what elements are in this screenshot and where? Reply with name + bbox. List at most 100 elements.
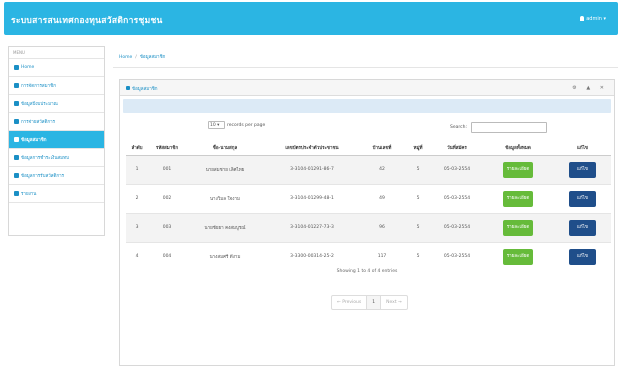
table-cell: 004 [148,241,186,271]
prev-button[interactable]: ← Previous [332,296,368,309]
app-title: ระบบสารสนเทศกองทุนสวัสดิการชุมชน [11,16,163,26]
pagination: ← Previous 1 Next → [331,295,408,310]
table-cell: 96 [360,212,404,242]
sidebar: MENU Home การจัดการสมาชิกข้อมูลปีงบประมาณ… [8,46,105,236]
column-header[interactable]: ข้อมูลทั้งหมด [482,141,554,156]
search-control: Search: [450,122,547,133]
sidebar-item-label: ข้อมูลสมาชิก [21,138,47,143]
sidebar-item-7[interactable]: รายงาน [9,185,104,203]
main-content: Home / ข้อมูลสมาชิก ข้อมูลสมาชิก ⚙ ▲ ✕ 10 … [113,44,618,369]
panel-title: ข้อมูลสมาชิก [132,87,158,92]
column-header[interactable]: หมู่ที่ [404,141,432,156]
table-cell: 001 [148,154,186,184]
detail-cell: รายละเอียด [482,154,554,184]
user-icon [14,83,19,88]
page-length-label: records per page [227,122,266,128]
table-cell: 002 [148,183,186,213]
user-menu[interactable]: admin ▾ [580,16,606,22]
table-cell: 3-3300-00314-25-2 [264,241,360,271]
detail-cell: รายละเอียด [482,183,554,213]
table-header-row: ลำดับ รหัสสมาชิก ชื่อ-นามสกุล เลขบัตรประจำต… [126,141,611,156]
sidebar-item-2[interactable]: ข้อมูลปีงบประมาณ [9,95,104,113]
list-icon [14,101,19,106]
table-cell: 42 [360,154,404,184]
sidebar-item-label: ข้อมูลการชำระเงินสมทบ [21,156,69,161]
table-cell: 1 [126,154,148,184]
sidebar-item-3[interactable]: การจ่ายสวัสดิการ [9,113,104,131]
table-row: 3 003 นายชัยยา คงสมบูรณ์ 3-3104-01227-73-3 9… [126,212,611,242]
search-label: Search: [450,125,467,130]
column-header[interactable]: ชื่อ-นามสกุล [186,141,264,156]
table-cell: 117 [360,241,404,271]
page-length-control: 10 ▾ records per page [208,121,265,129]
sidebar-item-1[interactable]: การจัดการสมาชิก [9,77,104,95]
breadcrumb-home[interactable]: Home [119,55,132,60]
page-1-button[interactable]: 1 [367,296,382,309]
breadcrumb: Home / ข้อมูลสมาชิก [113,44,618,68]
edit-cell: แก้ไข [554,241,611,271]
panel-controls[interactable]: ⚙ ▲ ✕ [572,85,608,91]
table-cell: 05-03-2554 [432,212,482,242]
user-icon [580,16,585,21]
sidebar-item-label: รายงาน [21,192,37,197]
user-name: admin [586,16,602,22]
edit-button[interactable]: แก้ไข [569,219,596,236]
edit-button[interactable]: แก้ไข [569,161,596,178]
list-icon [14,173,19,178]
page-length-select[interactable]: 10 ▾ [208,121,225,129]
table-cell: นายสมชาย เลิศไทย [186,154,264,184]
app-window: ระบบสารสนเทศกองทุนสวัสดิการชุมชน admin ▾… [0,0,624,373]
edit-cell: แก้ไข [554,212,611,242]
sidebar-item-label: การจ่ายสวัสดิการ [21,120,56,125]
detail-cell: รายละเอียด [482,241,554,271]
table-row: 2 002 นางวิมล ใจงาม 3-3104-01299-48-1 49 5 05-… [126,183,611,213]
detail-button[interactable]: รายละเอียด [502,190,534,207]
column-header[interactable]: วันที่สมัคร [432,141,482,156]
sidebar-item-4[interactable]: ข้อมูลสมาชิก [9,131,104,149]
table-cell: 003 [148,212,186,242]
breadcrumb-current: ข้อมูลสมาชิก [139,55,166,60]
top-navbar: ระบบสารสนเทศกองทุนสวัสดิการชุมชน admin ▾ [4,2,618,35]
edit-button[interactable]: แก้ไข [569,190,596,207]
edit-button[interactable]: แก้ไข [569,248,596,265]
sidebar-item-0[interactable]: Home [9,59,104,77]
next-button[interactable]: Next → [381,296,407,309]
table-cell: นายชัยยา คงสมบูรณ์ [186,212,264,242]
sidebar-item-label: ข้อมูลปีงบประมาณ [21,102,58,107]
table-row: 1 001 นายสมชาย เลิศไทย 3-3104-01291-86-7 42 5… [126,154,611,184]
sidebar-item-label: การจัดการสมาชิก [21,84,56,89]
panel-header: ข้อมูลสมาชิก ⚙ ▲ ✕ [120,80,614,96]
detail-button[interactable]: รายละเอียด [502,161,534,178]
sidebar-item-5[interactable]: ข้อมูลการชำระเงินสมทบ [9,149,104,167]
table-cell: นางสมศรี ดีงาม [186,241,264,271]
list-icon [126,86,130,90]
table-cell: 5 [404,212,432,242]
table-cell: 2 [126,183,148,213]
column-header[interactable]: ลำดับ [126,141,148,156]
edit-icon [14,119,19,124]
table-cell: 05-03-2554 [432,154,482,184]
detail-button[interactable]: รายละเอียด [502,219,534,236]
table-cell: 05-03-2554 [432,241,482,271]
column-header[interactable]: เลขบัตรประจำตัวประชาชน [264,141,360,156]
table-cell: 3-3104-01299-48-1 [264,183,360,213]
sidebar-header: MENU [9,47,104,59]
table-cell: 4 [126,241,148,271]
column-header[interactable]: แก้ไข [554,141,611,156]
report-icon [14,191,19,196]
list-icon [14,155,19,160]
search-input[interactable] [470,122,547,133]
table-cell: 3-3104-01291-86-7 [264,154,360,184]
members-table: ลำดับ รหัสสมาชิก ชื่อ-นามสกุล เลขบัตรประจำต… [126,141,611,271]
info-bar [123,99,611,113]
members-panel: ข้อมูลสมาชิก ⚙ ▲ ✕ 10 ▾ records per page… [119,79,615,366]
column-header[interactable]: รหัสสมาชิก [148,141,186,156]
table-cell: 3-3104-01227-73-3 [264,212,360,242]
detail-button[interactable]: รายละเอียด [502,248,534,265]
table-cell: 5 [404,154,432,184]
table-cell: 49 [360,183,404,213]
home-icon [14,65,19,70]
column-header[interactable]: บ้านเลขที่ [360,141,404,156]
table-cell: นางวิมล ใจงาม [186,183,264,213]
sidebar-item-6[interactable]: ข้อมูลการรับสวัสดิการ [9,167,104,185]
